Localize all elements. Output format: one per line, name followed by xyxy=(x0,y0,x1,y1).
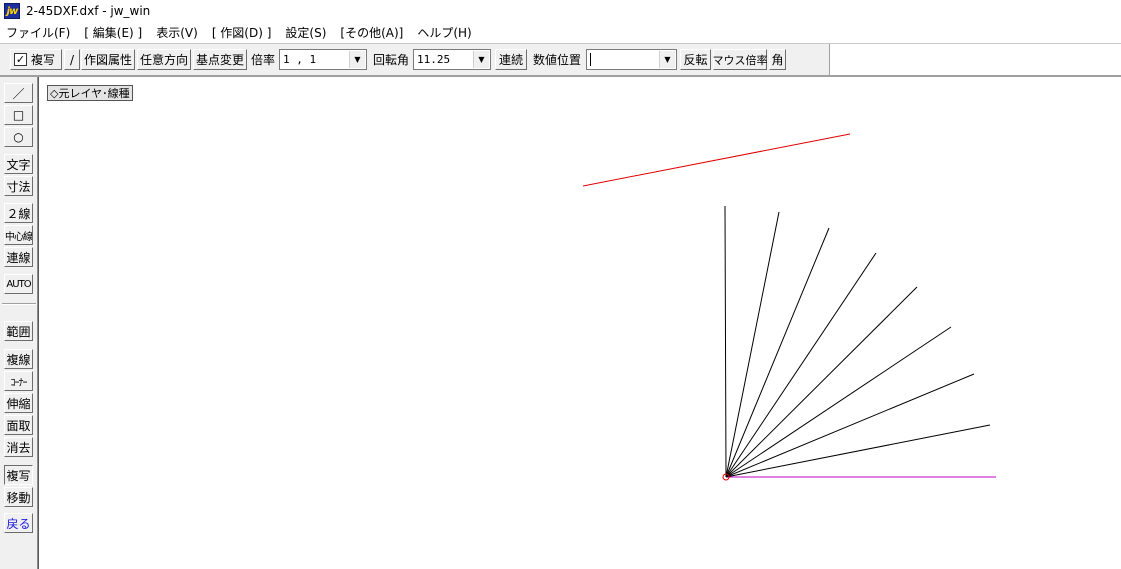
cad-drawing xyxy=(582,133,996,481)
source-layer-linetype-label[interactable]: ◇元レイヤ･線種 xyxy=(47,85,133,101)
radial-line-67 xyxy=(725,227,830,478)
radial-line-45 xyxy=(725,286,918,478)
radial-line-90 xyxy=(724,205,727,478)
radial-line-22 xyxy=(725,373,975,478)
red-line xyxy=(582,133,851,187)
